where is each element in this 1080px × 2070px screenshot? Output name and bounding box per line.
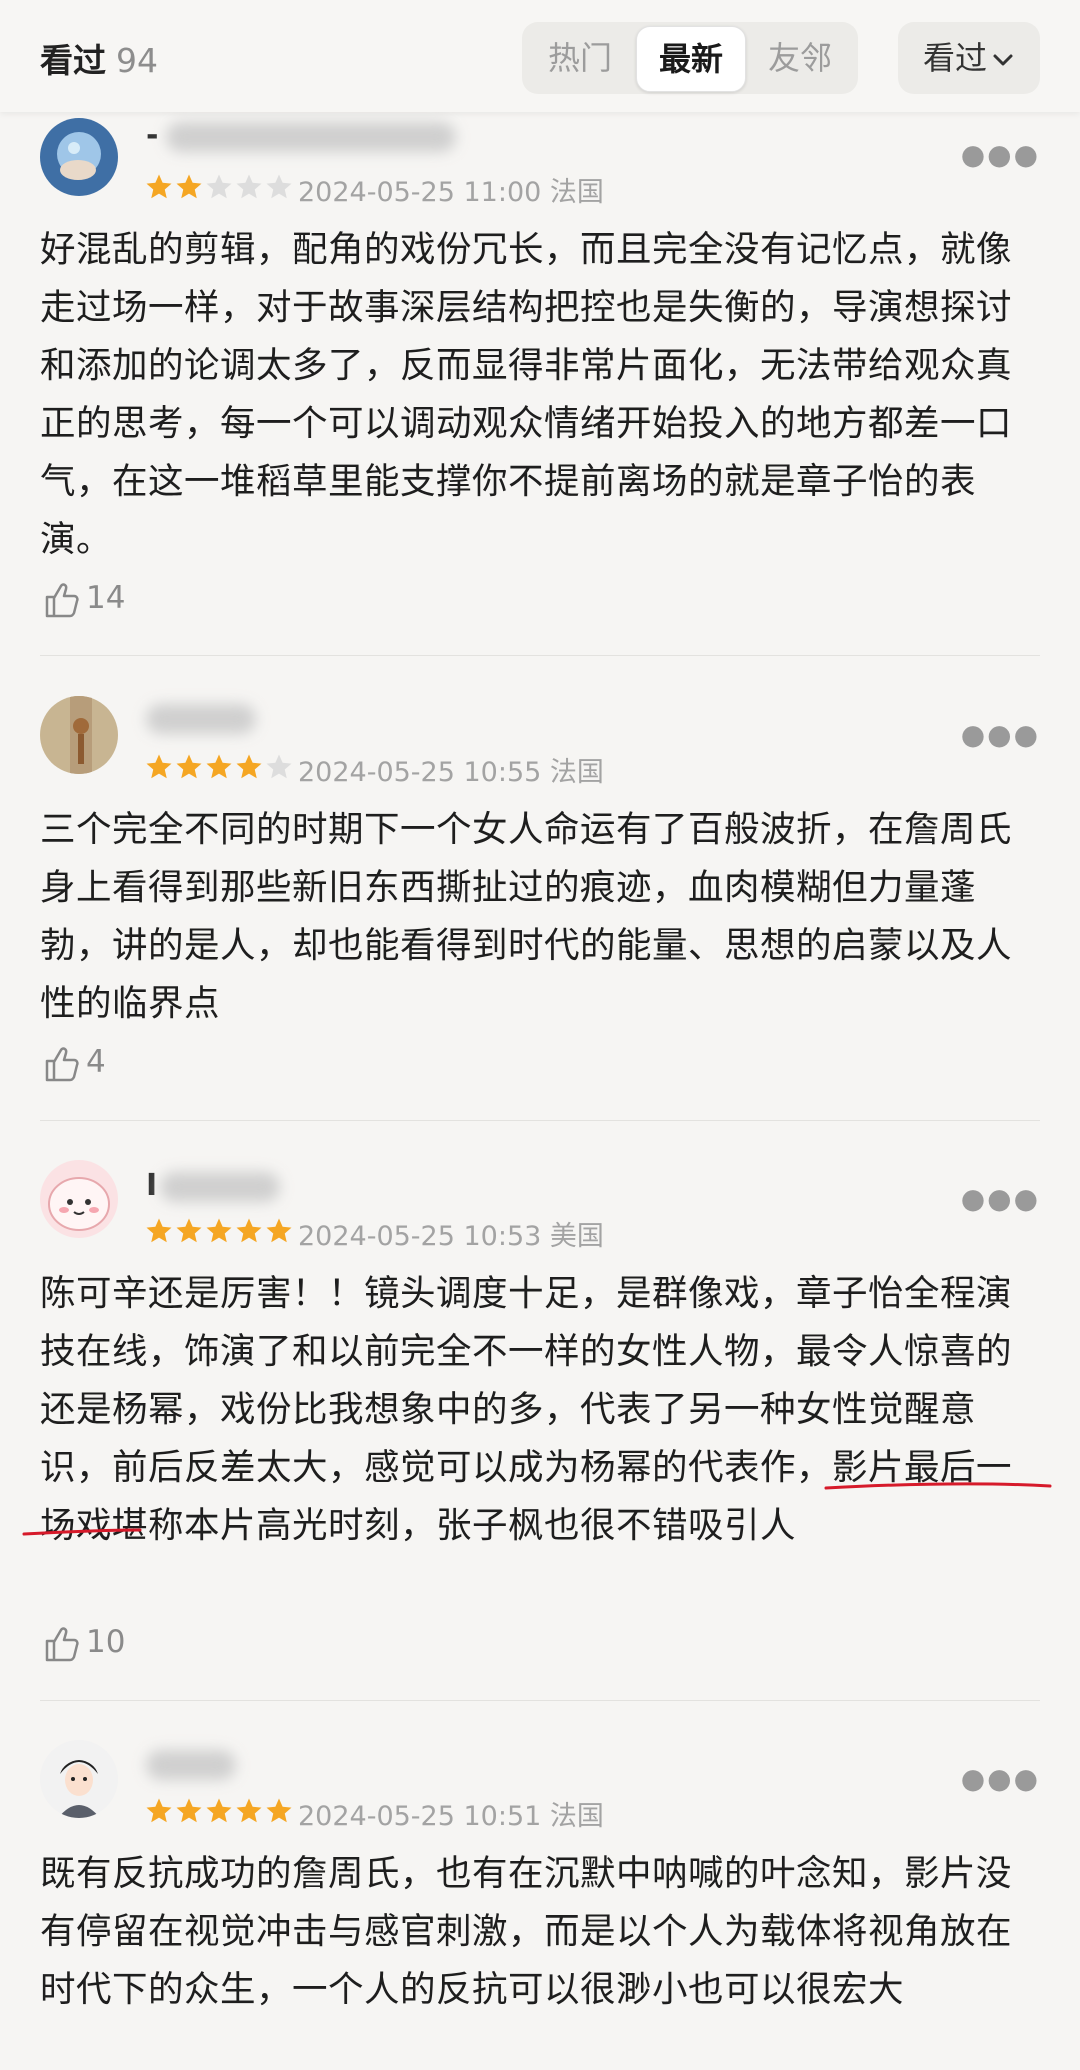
chevron-down-icon <box>993 54 1013 66</box>
rating-stars <box>144 1216 294 1248</box>
review-location: 法国 <box>549 757 604 788</box>
username-blurred[interactable] <box>146 1750 236 1780</box>
review-location: 美国 <box>549 1221 604 1252</box>
thumbs-up-icon <box>45 1046 79 1081</box>
thumbs-up-icon <box>45 582 79 617</box>
thumbs-up-icon <box>45 1626 79 1661</box>
divider <box>40 655 1040 656</box>
star-filled-icon <box>146 754 172 779</box>
star-filled-icon <box>176 754 202 779</box>
like-button[interactable]: 14 <box>42 578 125 618</box>
review-meta: 2024-05-25 10:55 法国 <box>298 750 604 789</box>
review-date: 2024-05-25 10:51 <box>298 1801 542 1832</box>
star-empty-icon <box>236 174 262 199</box>
star-filled-icon <box>146 1798 172 1823</box>
more-options-icon[interactable]: ●●● <box>961 138 1040 171</box>
star-filled-icon <box>236 1798 262 1823</box>
username-blurred[interactable] <box>160 1172 280 1202</box>
rating-stars <box>144 1796 294 1828</box>
review-content: 好混乱的剪辑，配角的戏份冗长，而且完全没有记忆点，就像走过场一样，对于故事深层结… <box>40 229 1013 560</box>
divider <box>40 1120 1040 1121</box>
review-location: 法国 <box>549 1801 604 1832</box>
star-filled-icon <box>146 1218 172 1243</box>
star-filled-icon <box>176 1798 202 1823</box>
more-options-icon[interactable]: ●●● <box>961 718 1040 751</box>
more-options-icon[interactable]: ●●● <box>961 1182 1040 1215</box>
review-meta: 2024-05-25 11:00 法国 <box>298 170 604 209</box>
tab-latest[interactable]: 最新 <box>636 26 746 92</box>
review-content: 三个完全不同的时期下一个女人命运有了百般波折，在詹周氏身上看得到那些新旧东西撕扯… <box>40 809 1013 1024</box>
username-initial: I <box>146 1168 158 1203</box>
avatar[interactable] <box>40 118 118 196</box>
tab-hot[interactable]: 热门 <box>526 26 634 90</box>
star-empty-icon <box>206 174 232 199</box>
username-blurred[interactable] <box>146 704 256 734</box>
like-count: 4 <box>86 1044 106 1080</box>
more-options-icon[interactable]: ●●● <box>961 1762 1040 1795</box>
review-meta: 2024-05-25 10:53 美国 <box>298 1214 604 1253</box>
like-count: 14 <box>86 580 126 616</box>
star-empty-icon <box>266 754 292 779</box>
username-initial: - <box>146 118 159 153</box>
top-bar: 看过 94 热门 最新 友邻 看过 <box>0 0 1080 112</box>
divider <box>40 1700 1040 1701</box>
star-filled-icon <box>176 174 202 199</box>
handwritten-underline-annotation <box>22 1482 1052 1536</box>
avatar[interactable] <box>40 1160 118 1238</box>
review-date: 2024-05-25 10:55 <box>298 757 542 788</box>
rating-stars <box>144 752 294 784</box>
like-button[interactable]: 4 <box>42 1042 106 1082</box>
filter-dropdown-button[interactable]: 看过 <box>898 22 1040 94</box>
review-meta: 2024-05-25 10:51 法国 <box>298 1794 604 1833</box>
watched-count-label: 看过 94 <box>40 41 158 80</box>
review-date: 2024-05-25 10:53 <box>298 1221 542 1252</box>
like-button[interactable]: 10 <box>42 1622 125 1662</box>
star-filled-icon <box>236 754 262 779</box>
username-blurred[interactable] <box>166 122 456 152</box>
rating-stars <box>144 172 294 204</box>
sort-tabs: 热门 最新 友邻 <box>522 22 858 94</box>
watched-count: 94 <box>116 41 158 80</box>
tab-friends[interactable]: 友邻 <box>746 26 854 90</box>
avatar[interactable] <box>40 696 118 774</box>
star-empty-icon <box>266 174 292 199</box>
avatar[interactable] <box>40 1740 118 1818</box>
star-filled-icon <box>236 1218 262 1243</box>
star-filled-icon <box>206 754 232 779</box>
star-filled-icon <box>176 1218 202 1243</box>
star-filled-icon <box>266 1798 292 1823</box>
star-filled-icon <box>266 1218 292 1243</box>
review-date: 2024-05-25 11:00 <box>298 177 542 208</box>
star-filled-icon <box>206 1798 232 1823</box>
like-count: 10 <box>86 1624 126 1660</box>
review-content: 既有反抗成功的詹周氏，也有在沉默中呐喊的叶念知，影片没有停留在视觉冲击与感官刺激… <box>40 1853 1013 2010</box>
review-location: 法国 <box>549 177 604 208</box>
star-filled-icon <box>206 1218 232 1243</box>
star-filled-icon <box>146 174 172 199</box>
